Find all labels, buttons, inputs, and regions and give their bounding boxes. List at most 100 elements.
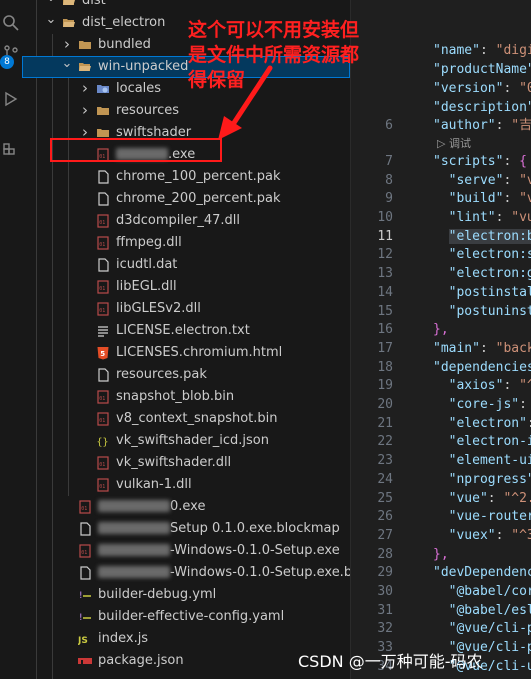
explorer-item-label: icudtl.dat — [116, 257, 178, 272]
explorer-item[interactable]: 01 vulkan-1.dll — [22, 474, 350, 496]
svg-text:01: 01 — [99, 396, 105, 402]
svg-text:01: 01 — [81, 506, 87, 512]
explorer-item-text: builder-effective-config.yaml — [98, 606, 284, 628]
svg-text:!: ! — [78, 591, 83, 601]
explorer-item[interactable]: icudtl.dat — [22, 254, 350, 276]
explorer-item[interactable]: 01 vk_swiftshader.dll — [22, 452, 350, 474]
run-debug-icon[interactable] — [2, 90, 20, 108]
extensions-icon[interactable] — [2, 138, 20, 156]
explorer-item[interactable]: resources.pak — [22, 364, 350, 386]
explorer-item[interactable]: ⌄ dist — [22, 0, 350, 12]
svg-text:01: 01 — [99, 286, 105, 292]
explorer-item-label: package.json — [98, 653, 184, 668]
code-line: "electron": — [448, 415, 531, 431]
explorer-item[interactable]: ! builder-debug.yml — [22, 584, 350, 606]
annotation-highlight-box — [50, 138, 222, 162]
svg-text:5: 5 — [100, 350, 105, 358]
explorer-item-label: libEGL.dll — [116, 279, 177, 294]
code-line: "vue-router — [448, 509, 531, 525]
binary-file-icon: 01 — [96, 236, 110, 250]
line-number: 18 — [377, 359, 393, 375]
folder-icon — [78, 38, 92, 52]
explorer-item[interactable]: 01 snapshot_blob.bin — [22, 386, 350, 408]
code-line: "vue": "^2. — [448, 490, 531, 506]
explorer-item[interactable]: › resources — [22, 100, 350, 122]
search-icon[interactable] — [2, 14, 20, 32]
explorer-item[interactable]: 01 v8_context_snapshot.bin — [22, 408, 350, 430]
explorer-item-label: vk_swiftshader_icd.json — [116, 433, 269, 448]
explorer-item-text: package.json — [98, 650, 184, 672]
chevron-right-icon[interactable]: › — [78, 100, 92, 122]
explorer-item[interactable]: JS index.js — [22, 628, 350, 650]
explorer-item-text: vk_swiftshader.dll — [116, 452, 231, 474]
locales-folder-icon — [96, 82, 110, 96]
explorer-item[interactable]: 01 d3dcompiler_47.dll — [22, 210, 350, 232]
explorer-item[interactable]: {} vk_swiftshader_icd.json — [22, 430, 350, 452]
explorer-item[interactable]: -Windows-0.1.0-Setup.exe.blockmap — [22, 562, 350, 584]
explorer-item-text: libEGL.dll — [116, 276, 177, 298]
file-icon — [78, 566, 92, 580]
chevron-down-icon[interactable]: ⌄ — [60, 56, 74, 78]
explorer-item-label: d3dcompiler_47.dll — [116, 213, 241, 228]
explorer-item[interactable]: 01 ffmpeg.dll — [22, 232, 350, 254]
line-number: 22 — [377, 434, 393, 450]
file-icon — [96, 192, 110, 206]
npm-icon — [78, 654, 92, 668]
line-number: 15 — [377, 303, 393, 319]
svg-text:!: ! — [78, 613, 83, 623]
code-line: "name": "digi — [433, 43, 531, 59]
explorer-item[interactable]: Setup 0.1.0.exe.blockmap — [22, 518, 350, 540]
line-number: 29 — [377, 565, 393, 581]
chevron-right-icon[interactable]: › — [60, 34, 74, 56]
line-number: 30 — [377, 584, 393, 599]
html5-icon: 5 — [96, 346, 110, 360]
explorer-item[interactable]: 01 0.exe — [22, 496, 350, 518]
yaml-icon: ! — [78, 610, 92, 624]
explorer-item[interactable]: 01 libGLESv2.dll — [22, 298, 350, 320]
explorer-item-text: chrome_100_percent.pak — [116, 166, 281, 188]
code-line: "electron:b — [433, 227, 531, 246]
explorer-item[interactable]: chrome_200_percent.pak — [22, 188, 350, 210]
redacted-name — [98, 544, 170, 556]
explorer-item-text: libGLESv2.dll — [116, 298, 201, 320]
line-number: 10 — [377, 210, 393, 225]
explorer-item-text: -Windows-0.1.0-Setup.exe — [98, 540, 340, 562]
line-number: 17 — [377, 340, 393, 356]
chevron-down-icon[interactable]: ⌄ — [44, 0, 58, 12]
code-line: "lint": "vu — [448, 210, 531, 225]
explorer-item-text: 0.exe — [98, 496, 205, 518]
explorer-item-text: builder-debug.yml — [98, 584, 216, 606]
line-number: 28 — [377, 546, 393, 562]
line-number — [351, 98, 393, 117]
editor-package-json[interactable]: "name": "digi "productName" "version": "0 "… — [350, 0, 531, 679]
explorer-item-text: icudtl.dat — [116, 254, 177, 276]
explorer-item-text: vk_swiftshader_icd.json — [116, 430, 269, 452]
binary-file-icon: 01 — [96, 280, 110, 294]
explorer-item-label: dist — [82, 0, 106, 8]
explorer-item[interactable]: chrome_100_percent.pak — [22, 166, 350, 188]
line-number: 11 — [377, 228, 393, 244]
explorer-item-label: -Windows-0.1.0-Setup.exe.blockmap — [170, 565, 350, 580]
file-icon — [96, 368, 110, 382]
code-line: }, — [433, 322, 449, 338]
explorer-item-text: win-unpacked — [98, 56, 188, 78]
debug-codelens[interactable]: ▷ 调试 — [437, 135, 471, 152]
binary-file-icon: 01 — [96, 478, 110, 492]
explorer-item-label: chrome_100_percent.pak — [116, 169, 281, 184]
code-line: "description" — [433, 99, 531, 115]
binary-file-icon: 01 — [96, 456, 110, 470]
explorer-item[interactable]: 01 libEGL.dll — [22, 276, 350, 298]
chevron-right-icon[interactable]: › — [78, 78, 92, 100]
explorer-item[interactable]: 5 LICENSES.chromium.html — [22, 342, 350, 364]
explorer-item[interactable]: 01 -Windows-0.1.0-Setup.exe — [22, 540, 350, 562]
explorer-tree: ⌄ dist ⌄ dist_electron › bundled ⌄ win-unpacked… — [22, 0, 350, 679]
chevron-down-icon[interactable]: ⌄ — [44, 12, 58, 34]
explorer-item[interactable]: ! builder-effective-config.yaml — [22, 606, 350, 628]
explorer-item-label: bundled — [98, 37, 151, 52]
explorer-item-label: dist_electron — [82, 15, 166, 30]
explorer-item[interactable]: LICENSE.electron.txt — [22, 320, 350, 342]
code-line: "build": "v — [448, 191, 531, 207]
redacted-name — [98, 522, 170, 534]
svg-text:{}: {} — [97, 437, 109, 448]
line-number: 26 — [377, 509, 393, 525]
